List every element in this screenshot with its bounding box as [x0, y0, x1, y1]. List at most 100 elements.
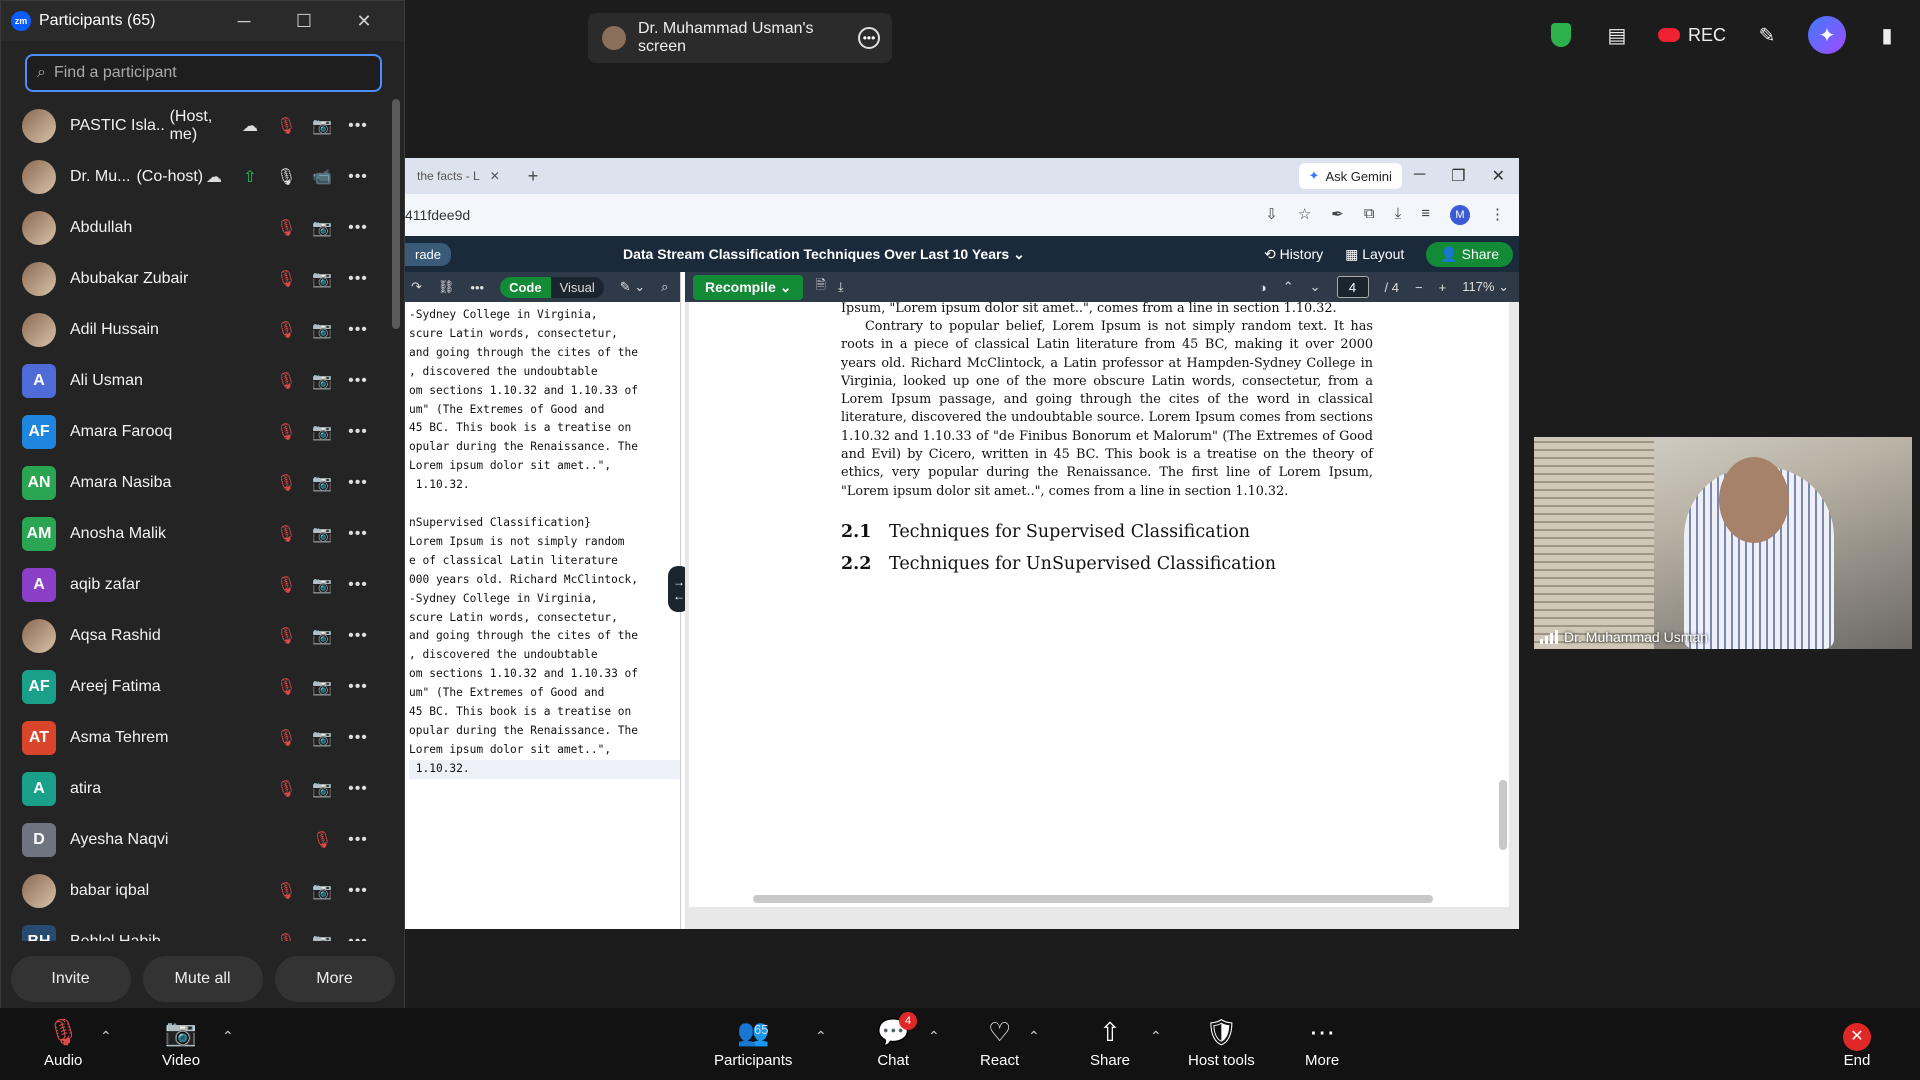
link-icon[interactable]: ⛓: [438, 279, 455, 295]
zoom-level[interactable]: 117% ⌄: [1462, 279, 1509, 295]
participant-more-icon[interactable]: •••: [348, 627, 368, 645]
video-button[interactable]: 📷 Video: [162, 1016, 200, 1069]
zoom-in-icon[interactable]: +: [1439, 280, 1447, 295]
participant-row[interactable]: D Ayesha Naqvi 🎙 •••: [1, 814, 404, 865]
host-tools-button[interactable]: 🛡 Host tools: [1188, 1016, 1255, 1069]
mic-on-icon[interactable]: 🎙: [276, 167, 296, 187]
code-text-area[interactable]: -Sydney College in Virginia, scure Latin …: [405, 302, 680, 779]
mic-muted-icon[interactable]: 🎙: [276, 320, 296, 340]
visual-mode-tab[interactable]: Visual: [551, 277, 604, 298]
participant-row[interactable]: A Ali Usman 🎙 📷 •••: [1, 355, 404, 406]
participant-more-icon[interactable]: •••: [348, 372, 368, 390]
participant-row[interactable]: Aqsa Rashid 🎙 📷 •••: [1, 610, 404, 661]
participant-row[interactable]: AM Anosha Malik 🎙 📷 •••: [1, 508, 404, 559]
participant-more-icon[interactable]: •••: [348, 525, 368, 543]
mic-muted-icon[interactable]: 🎙: [276, 473, 296, 493]
participant-row[interactable]: Abdullah 🎙 📷 •••: [1, 202, 404, 253]
mic-muted-icon[interactable]: 🎙: [276, 626, 296, 646]
mic-muted-icon[interactable]: 🎙: [276, 728, 296, 748]
camera-off-icon[interactable]: 📷: [312, 269, 332, 289]
share-options-icon[interactable]: •••: [858, 27, 880, 49]
download-pdf-icon[interactable]: ⤓: [838, 279, 844, 295]
participant-row[interactable]: Aaqib zafar 🎙 📷 •••: [1, 559, 404, 610]
react-button[interactable]: ♡ React: [980, 1016, 1019, 1069]
annotate-icon[interactable]: ✎: [1752, 20, 1782, 50]
mic-muted-icon[interactable]: 🎙: [276, 269, 296, 289]
participant-video-tile[interactable]: Dr. Muhammad Usman: [1534, 437, 1912, 649]
code-mode-tab[interactable]: Code: [500, 276, 551, 298]
participant-more-icon[interactable]: •••: [348, 474, 368, 492]
participant-more-icon[interactable]: •••: [348, 678, 368, 696]
participant-row[interactable]: Aatira 🎙 📷 •••: [1, 763, 404, 814]
minimize-icon[interactable]: ─: [1414, 166, 1425, 186]
screen-share-indicator[interactable]: Dr. Muhammad Usman's screen •••: [588, 13, 892, 63]
mic-muted-icon[interactable]: 🎙: [276, 524, 296, 544]
mic-muted-icon[interactable]: 🎙: [276, 779, 296, 799]
pdf-horizontal-scrollbar[interactable]: [753, 895, 1433, 903]
browser-tab[interactable]: the facts - L ✕: [409, 169, 508, 183]
audio-button[interactable]: 🎙 Audio: [44, 1016, 82, 1069]
participant-row[interactable]: AN Amara Nasiba 🎙 📷 •••: [1, 457, 404, 508]
logs-icon[interactable]: 🗎: [815, 276, 825, 298]
camera-off-icon[interactable]: 📷: [312, 422, 332, 442]
upgrade-button[interactable]: rade: [405, 242, 452, 266]
participant-search[interactable]: ⌕: [25, 54, 382, 92]
leave-side-panel-icon[interactable]: ▮: [1872, 20, 1902, 50]
close-window-icon[interactable]: ✕: [1492, 166, 1505, 186]
participant-more-icon[interactable]: •••: [348, 117, 368, 135]
participants-button[interactable]: 👥 65 Participants: [714, 1016, 792, 1069]
participant-row[interactable]: AF Areej Fatima 🎙 📷 •••: [1, 661, 404, 712]
page-number-input[interactable]: [1336, 276, 1369, 298]
ask-gemini-button[interactable]: ✦ Ask Gemini: [1298, 163, 1402, 189]
editor-search-icon[interactable]: ⌕: [661, 279, 668, 295]
bookmark-star-icon[interactable]: ☆: [1298, 205, 1311, 225]
participant-row[interactable]: Dr. Mu... (Co-host) ☁ ⇧ 🎙 📹 •••: [1, 151, 404, 202]
camera-off-icon[interactable]: 📷: [312, 218, 332, 238]
edit-mode-icon[interactable]: ✎ ⌄: [620, 279, 645, 295]
camera-off-icon[interactable]: 📷: [312, 881, 332, 901]
history-button[interactable]: ⟲ History: [1264, 246, 1323, 263]
participant-row[interactable]: babar iqbal 🎙 📷 •••: [1, 865, 404, 916]
address-bar[interactable]: 411fdee9d ⇩ ☆ ✒ ⧉ ⤓ ≡ M ⋮: [405, 194, 1519, 236]
participant-more-icon[interactable]: •••: [348, 576, 368, 594]
share-options-caret[interactable]: ⌃: [1150, 1028, 1162, 1045]
camera-off-icon[interactable]: 📷: [312, 626, 332, 646]
camera-off-icon[interactable]: 📷: [312, 116, 332, 136]
camera-off-icon[interactable]: 📷: [312, 524, 332, 544]
mic-muted-icon[interactable]: 🎙: [312, 830, 332, 850]
participant-more-icon[interactable]: •••: [348, 780, 368, 798]
zoom-out-icon[interactable]: −: [1415, 280, 1423, 295]
camera-off-icon[interactable]: 📷: [312, 728, 332, 748]
pen-extension-icon[interactable]: ✒: [1331, 205, 1344, 225]
mic-muted-icon[interactable]: 🎙: [276, 677, 296, 697]
new-tab-icon[interactable]: +: [528, 166, 539, 187]
share-project-button[interactable]: 👤 Share: [1426, 241, 1513, 267]
media-queue-icon[interactable]: ≡: [1421, 205, 1430, 225]
chat-options-caret[interactable]: ⌃: [928, 1028, 940, 1045]
camera-off-icon[interactable]: 📷: [312, 320, 332, 340]
mic-muted-icon[interactable]: 🎙: [276, 422, 296, 442]
mic-muted-icon[interactable]: 🎙: [276, 575, 296, 595]
participant-more-icon[interactable]: •••: [348, 321, 368, 339]
share-screen-button[interactable]: ⇧ Share: [1090, 1016, 1130, 1069]
camera-on-icon[interactable]: 📹: [312, 167, 332, 187]
minimize-panel-icon[interactable]: ─: [214, 11, 274, 32]
page-up-icon[interactable]: ⌃: [1283, 279, 1294, 295]
mic-muted-icon[interactable]: 🎙: [276, 218, 296, 238]
participant-more-icon[interactable]: •••: [348, 882, 368, 900]
chat-button[interactable]: 💬 4 Chat: [877, 1012, 917, 1069]
participant-more-icon[interactable]: •••: [348, 219, 368, 237]
document-title[interactable]: Data Stream Classification Techniques Ov…: [623, 246, 1025, 263]
redo-icon[interactable]: ↷: [411, 279, 422, 295]
participant-list-scrollbar[interactable]: [392, 99, 400, 329]
participants-options-caret[interactable]: ⌃: [815, 1028, 827, 1045]
participant-more-icon[interactable]: •••: [348, 168, 368, 186]
ai-companion-icon[interactable]: ✦: [1808, 16, 1846, 54]
participant-row[interactable]: AF Amara Farooq 🎙 📷 •••: [1, 406, 404, 457]
mic-muted-icon[interactable]: 🎙: [276, 116, 296, 136]
participant-more-icon[interactable]: •••: [348, 423, 368, 441]
mute-all-button[interactable]: Mute all: [142, 956, 263, 1002]
react-options-caret[interactable]: ⌃: [1028, 1028, 1040, 1045]
layout-button[interactable]: ▦ Layout: [1345, 246, 1404, 263]
camera-off-icon[interactable]: 📷: [312, 779, 332, 799]
